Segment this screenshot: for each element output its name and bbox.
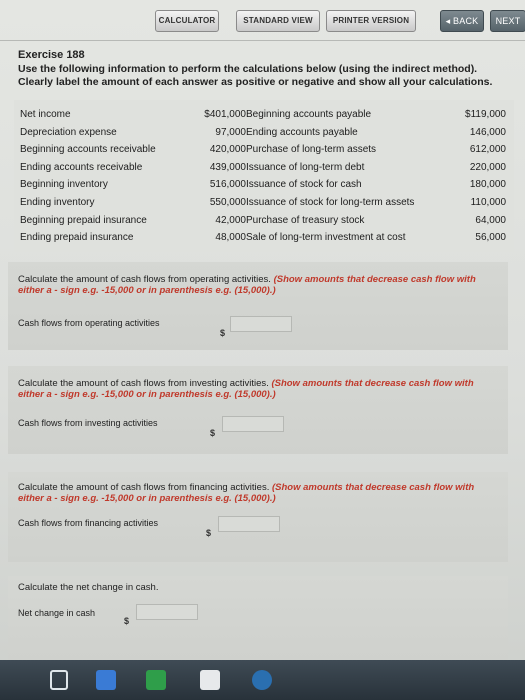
net-change-question-panel: Calculate the net change in cash. Net ch… <box>8 576 508 660</box>
visual-studio-icon[interactable] <box>200 670 220 690</box>
data-value: 550,000 <box>209 196 246 208</box>
data-label: Net income <box>20 109 71 120</box>
edge-icon[interactable] <box>252 670 272 690</box>
data-value: 420,000 <box>209 144 246 156</box>
right-labels: Beginning accounts payable Ending accoun… <box>246 106 456 247</box>
exercise-instructions: Use the following information to perform… <box>18 63 493 88</box>
investing-currency: $ <box>210 428 216 438</box>
data-value: $119,000 <box>465 109 506 120</box>
standard-view-button[interactable]: STANDARD VIEW <box>236 10 320 32</box>
data-label: Ending accounts payable <box>246 126 358 138</box>
data-label: Issuance of stock for long-term assets <box>246 196 415 208</box>
data-value: 220,000 <box>469 161 506 173</box>
data-label: Beginning accounts receivable <box>20 144 156 156</box>
left-labels: Net income Depreciation expense Beginnin… <box>20 106 188 247</box>
data-label: Purchase of long-term assets <box>246 144 377 156</box>
data-value: 612,000 <box>469 144 506 156</box>
financing-question-panel: Calculate the amount of cash flows from … <box>8 472 508 562</box>
data-value: 439,000 <box>209 161 246 173</box>
data-label: Beginning prepaid insurance <box>20 214 147 226</box>
data-value: 42,000 <box>215 214 246 226</box>
assignment-page: CALCULATOR STANDARD VIEW PRINTER VERSION… <box>0 0 525 700</box>
net-change-currency: $ <box>124 616 130 626</box>
data-value: 516,000 <box>209 179 246 191</box>
net-change-prompt: Calculate the net change in cash. <box>18 582 159 593</box>
financing-cash-flow-input[interactable] <box>218 516 280 532</box>
investing-cash-flow-input[interactable] <box>222 416 284 432</box>
data-value: 180,000 <box>469 179 506 191</box>
data-label: Purchase of treasury stock <box>246 214 365 226</box>
data-label: Issuance of stock for cash <box>246 179 362 191</box>
toolbar: CALCULATOR STANDARD VIEW PRINTER VERSION… <box>0 10 525 36</box>
data-value: 110,000 <box>470 196 506 208</box>
data-value: 146,000 <box>469 126 506 138</box>
data-label: Sale of long-term investment at cost <box>246 232 406 244</box>
left-values: $401,000 97,000 420,000 439,000 516,000 … <box>174 106 246 247</box>
given-data-table: Net income Depreciation expense Beginnin… <box>14 100 514 252</box>
store-icon[interactable] <box>146 670 166 690</box>
printer-version-button[interactable]: PRINTER VERSION <box>326 10 416 32</box>
operating-prompt: Calculate the amount of cash flows from … <box>18 274 271 285</box>
taskbar <box>0 660 525 700</box>
data-value: 48,000 <box>215 232 246 244</box>
data-label: Beginning inventory <box>20 179 108 191</box>
calculator-button[interactable]: CALCULATOR <box>155 10 219 32</box>
data-value: $401,000 <box>204 109 246 120</box>
financing-prompt: Calculate the amount of cash flows from … <box>18 482 270 493</box>
toolbar-divider <box>0 40 525 41</box>
data-label: Ending inventory <box>20 196 95 208</box>
operating-currency: $ <box>220 328 226 338</box>
data-label: Beginning accounts payable <box>246 109 372 120</box>
data-label: Issuance of long-term debt <box>246 161 365 173</box>
net-change-answer-label: Net change in cash <box>18 608 96 618</box>
financing-question-text: Calculate the amount of cash flows from … <box>18 482 498 504</box>
data-value: 97,000 <box>215 126 246 138</box>
right-values: $119,000 146,000 612,000 220,000 180,000… <box>444 106 506 247</box>
investing-question-panel: Calculate the amount of cash flows from … <box>8 366 508 454</box>
financing-answer-label: Cash flows from financing activities <box>18 518 159 528</box>
investing-question-text: Calculate the amount of cash flows from … <box>18 378 498 400</box>
next-button[interactable]: NEXT <box>490 10 525 32</box>
data-label: Ending accounts receivable <box>20 161 143 173</box>
operating-question-panel: Calculate the amount of cash flows from … <box>8 262 508 350</box>
investing-answer-label: Cash flows from investing activities <box>18 418 158 428</box>
financing-currency: $ <box>206 528 212 538</box>
data-value: 64,000 <box>475 214 506 226</box>
operating-answer-label: Cash flows from operating activities <box>18 318 160 328</box>
operating-question-text: Calculate the amount of cash flows from … <box>18 274 498 296</box>
back-button[interactable]: ◂ BACK <box>440 10 484 32</box>
operating-cash-flow-input[interactable] <box>230 316 292 332</box>
data-label: Depreciation expense <box>20 126 117 138</box>
investing-prompt: Calculate the amount of cash flows from … <box>18 378 269 389</box>
exercise-title: Exercise 188 <box>18 49 85 61</box>
windows-icon[interactable] <box>96 670 116 690</box>
data-label: Ending prepaid insurance <box>20 232 134 244</box>
file-explorer-icon[interactable] <box>50 670 68 690</box>
data-value: 56,000 <box>475 232 506 244</box>
net-change-input[interactable] <box>136 604 198 620</box>
